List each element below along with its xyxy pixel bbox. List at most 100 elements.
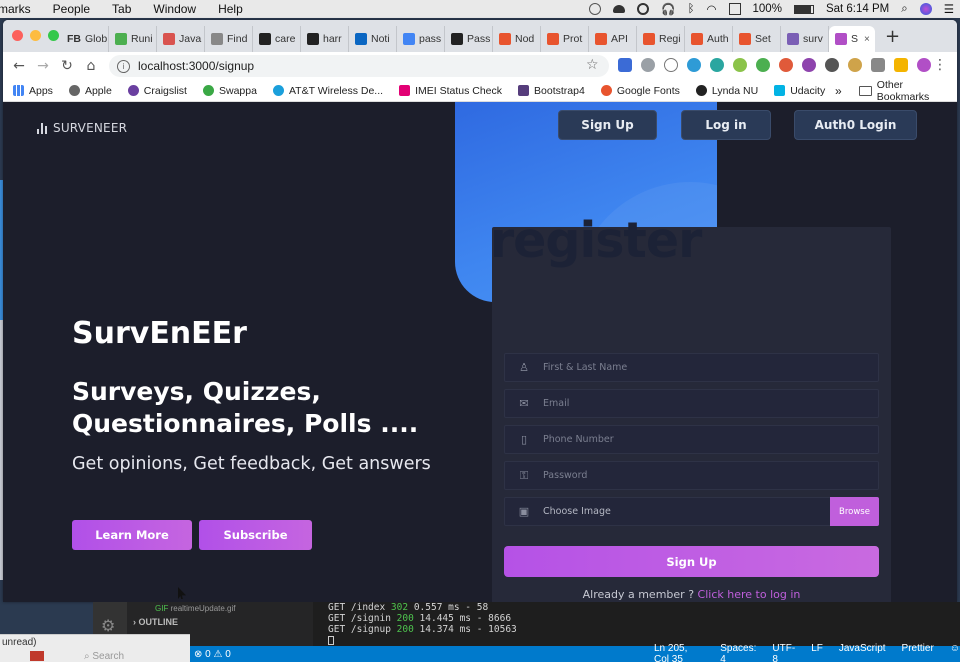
- extension-icon[interactable]: [917, 58, 931, 72]
- tab[interactable]: Prot: [541, 26, 589, 52]
- home-icon[interactable]: ⌂: [79, 58, 103, 74]
- problems-indicator[interactable]: ⊗ 0 ⚠ 0: [194, 649, 231, 660]
- extension-icon[interactable]: [871, 58, 885, 72]
- new-tab-button[interactable]: +: [885, 26, 900, 47]
- close-window-button[interactable]: [12, 30, 23, 41]
- creative-cloud-icon[interactable]: [637, 3, 650, 15]
- password-input[interactable]: [543, 470, 823, 481]
- extension-icon[interactable]: [894, 58, 908, 72]
- site-info-icon[interactable]: i: [117, 59, 130, 73]
- tab[interactable]: FB Glob: [61, 26, 109, 52]
- other-bookmarks[interactable]: Other Bookmarks: [859, 79, 957, 103]
- indentation[interactable]: Spaces: 4: [720, 643, 756, 662]
- tab[interactable]: API: [589, 26, 637, 52]
- extension-icon[interactable]: [756, 58, 770, 72]
- bookmarks-overflow-icon[interactable]: »: [835, 84, 842, 98]
- tab[interactable]: Noti: [349, 26, 397, 52]
- tab[interactable]: Pass: [445, 26, 493, 52]
- tab[interactable]: Runi: [109, 26, 157, 52]
- bookmark-udacity[interactable]: Udacity: [774, 85, 825, 97]
- signup-submit-button[interactable]: Sign Up: [504, 546, 879, 577]
- bluetooth-icon[interactable]: ᛒ: [688, 3, 695, 15]
- zoom-window-button[interactable]: [48, 30, 59, 41]
- extension-icon[interactable]: [641, 58, 655, 72]
- subscribe-button[interactable]: Subscribe: [199, 520, 312, 550]
- bookmark-lynda[interactable]: Lynda NU: [695, 85, 758, 97]
- menu-help[interactable]: Help: [218, 2, 243, 16]
- wifi-icon[interactable]: ◠: [706, 2, 716, 16]
- headphones-icon[interactable]: 🎧: [661, 2, 675, 16]
- tab[interactable]: Regi: [637, 26, 685, 52]
- bookmark-apps[interactable]: Apps: [13, 85, 53, 97]
- bookmark-swappa[interactable]: Swappa: [202, 85, 257, 97]
- airplay-icon[interactable]: [728, 3, 741, 15]
- bookmark-craigslist[interactable]: Craigslist: [127, 85, 187, 97]
- back-icon[interactable]: ←: [7, 58, 31, 74]
- minimize-window-button[interactable]: [30, 30, 41, 41]
- tab[interactable]: Nod: [493, 26, 541, 52]
- outline-section[interactable]: › OUTLINE: [133, 617, 178, 627]
- spotlight-icon[interactable]: ⌕: [901, 3, 907, 16]
- language-mode[interactable]: JavaScript: [839, 643, 886, 662]
- extension-icon[interactable]: [825, 58, 839, 72]
- tab[interactable]: surv: [781, 26, 829, 52]
- menu-window[interactable]: Window: [153, 2, 196, 16]
- learn-more-button[interactable]: Learn More: [72, 520, 192, 550]
- tab[interactable]: care: [253, 26, 301, 52]
- battery-icon[interactable]: [793, 4, 814, 14]
- forward-icon[interactable]: →: [31, 58, 55, 74]
- bookmark-bootstrap[interactable]: Bootstrap4: [518, 85, 585, 97]
- reload-icon[interactable]: ↻: [55, 58, 79, 74]
- tab-close-icon[interactable]: ×: [864, 34, 870, 45]
- feedback-smiley-icon[interactable]: ☺: [950, 643, 960, 662]
- extension-icon[interactable]: [802, 58, 816, 72]
- bookmark-google-fonts[interactable]: Google Fonts: [600, 85, 680, 97]
- tab-active[interactable]: S ×: [829, 26, 875, 52]
- menu-tab[interactable]: Tab: [112, 2, 131, 16]
- phone-input[interactable]: [543, 434, 823, 445]
- browse-button[interactable]: Browse: [830, 497, 879, 526]
- gif-file[interactable]: GIF realtimeUpdate.gif: [155, 604, 236, 613]
- tab[interactable]: Java: [157, 26, 205, 52]
- bookmark-att[interactable]: AT&T Wireless De...: [272, 85, 383, 97]
- name-input[interactable]: [543, 362, 823, 373]
- search-field[interactable]: ⌕ Search: [84, 651, 124, 662]
- prettier-status[interactable]: Prettier: [902, 643, 934, 662]
- menu-people[interactable]: People: [53, 2, 90, 16]
- name-field[interactable]: ♙: [504, 353, 879, 382]
- encoding[interactable]: UTF-8: [772, 643, 795, 662]
- menu-bookmarks[interactable]: marks: [0, 2, 31, 16]
- login-link[interactable]: Click here to log in: [698, 588, 801, 601]
- tab[interactable]: Find: [205, 26, 253, 52]
- cloud-icon[interactable]: [613, 5, 626, 13]
- password-field[interactable]: ⚿: [504, 461, 879, 490]
- bookmark-apple[interactable]: Apple: [68, 85, 112, 97]
- siri-icon[interactable]: [919, 3, 932, 15]
- nav-login-button[interactable]: Log in: [681, 110, 771, 140]
- tab[interactable]: harr: [301, 26, 349, 52]
- email-input[interactable]: [543, 398, 823, 409]
- extension-icon[interactable]: [848, 58, 862, 72]
- image-field[interactable]: ▣ Choose Image Browse: [504, 497, 879, 526]
- tab[interactable]: Auth: [685, 26, 733, 52]
- clock[interactable]: Sat 6:14 PM: [826, 3, 889, 15]
- extension-icon[interactable]: [733, 58, 747, 72]
- flag-icon[interactable]: [30, 651, 44, 661]
- bookmark-imei[interactable]: IMEI Status Check: [399, 85, 502, 97]
- browser-menu-icon[interactable]: ⋮: [933, 57, 947, 73]
- brand-logo[interactable]: SURVENEER: [37, 121, 127, 135]
- notification-center-icon[interactable]: ☰: [944, 2, 954, 16]
- url-text[interactable]: localhost:3000/signup: [138, 59, 254, 73]
- bookmark-star-icon[interactable]: ☆: [586, 57, 599, 73]
- address-bar[interactable]: i localhost:3000/signup: [109, 55, 609, 77]
- tab[interactable]: pass: [397, 26, 445, 52]
- email-field[interactable]: ✉: [504, 389, 879, 418]
- extension-icon[interactable]: [779, 58, 793, 72]
- nav-auth0-login-button[interactable]: Auth0 Login: [794, 110, 917, 140]
- gear-icon[interactable]: ⚙: [101, 616, 115, 635]
- line-ending[interactable]: LF: [811, 643, 823, 662]
- nav-signup-button[interactable]: Sign Up: [558, 110, 657, 140]
- phone-field[interactable]: ▯: [504, 425, 879, 454]
- extension-icon[interactable]: [687, 58, 701, 72]
- tab[interactable]: Set: [733, 26, 781, 52]
